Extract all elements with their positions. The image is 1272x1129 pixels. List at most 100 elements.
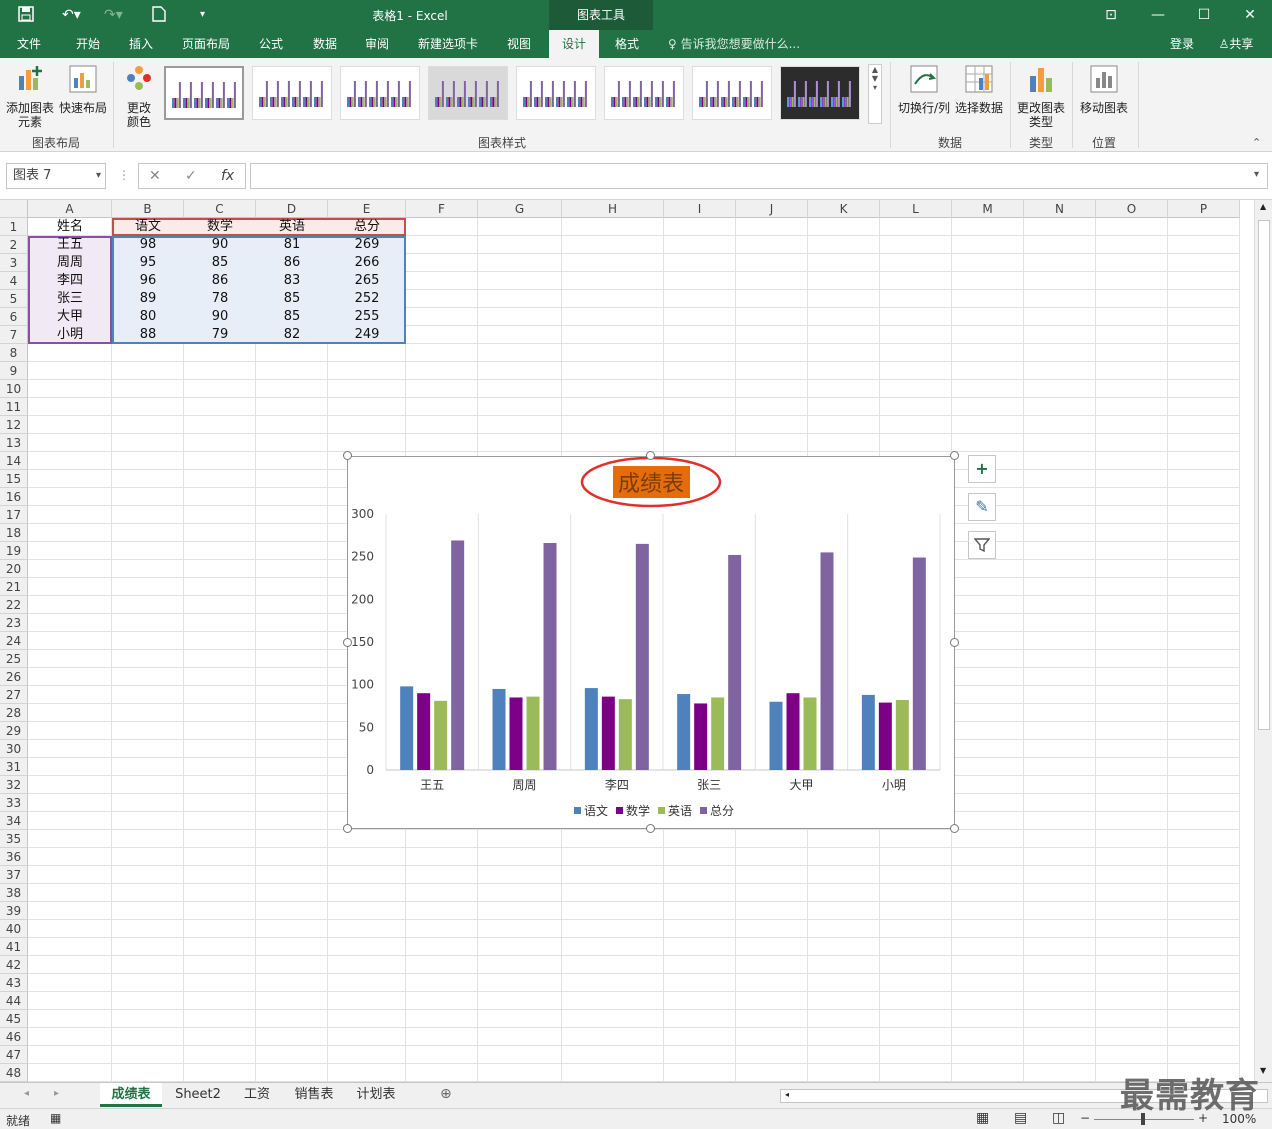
change-colors-button[interactable]: 更改颜色 xyxy=(116,64,162,129)
resize-handle[interactable] xyxy=(950,824,959,833)
row-header[interactable]: 1 xyxy=(0,218,28,236)
chart-style-1[interactable] xyxy=(164,66,244,120)
cell[interactable]: 89 xyxy=(112,290,184,308)
row-header[interactable]: 5 xyxy=(0,290,28,308)
tab-page-layout[interactable]: 页面布局 xyxy=(172,30,240,58)
row-header[interactable]: 44 xyxy=(0,992,28,1010)
cell[interactable]: 78 xyxy=(184,290,256,308)
chart-filter-icon[interactable] xyxy=(968,531,996,559)
tab-design[interactable]: 设计 xyxy=(549,30,599,58)
cell[interactable]: 数学 xyxy=(184,218,256,236)
tab-format[interactable]: 格式 xyxy=(604,30,650,58)
row-header[interactable]: 45 xyxy=(0,1010,28,1028)
column-header[interactable]: B xyxy=(112,200,184,218)
column-header[interactable]: H xyxy=(562,200,664,218)
page-break-view-icon[interactable]: ◫ xyxy=(1052,1110,1065,1126)
cell[interactable]: 语文 xyxy=(112,218,184,236)
row-header[interactable]: 7 xyxy=(0,326,28,344)
row-header[interactable]: 21 xyxy=(0,578,28,596)
sheet-tab[interactable]: 销售表 xyxy=(286,1083,342,1107)
chart-area[interactable]: 成绩表 0 50 100 150 200 250 300 王五 周周 李四 张三 大甲 小明 语文 数学 英语… xyxy=(347,456,955,829)
row-header[interactable]: 16 xyxy=(0,488,28,506)
scroll-up-icon[interactable]: ▲ xyxy=(1260,202,1266,211)
name-box-dropdown-icon[interactable]: ▾ xyxy=(96,164,101,188)
row-header[interactable]: 12 xyxy=(0,416,28,434)
chart-styles-brush-icon[interactable]: ✎ xyxy=(968,493,996,521)
resize-handle[interactable] xyxy=(343,638,352,647)
sheet-tab[interactable]: Sheet2 xyxy=(168,1083,228,1107)
cell[interactable]: 小明 xyxy=(28,326,112,344)
cell[interactable]: 李四 xyxy=(28,272,112,290)
row-header[interactable]: 8 xyxy=(0,344,28,362)
row-header[interactable]: 39 xyxy=(0,902,28,920)
cell[interactable]: 98 xyxy=(112,236,184,254)
tab-home[interactable]: 开始 xyxy=(64,30,112,58)
formula-input[interactable] xyxy=(250,163,1268,189)
select-all-corner[interactable] xyxy=(0,200,28,218)
resize-handle[interactable] xyxy=(646,824,655,833)
row-header[interactable]: 38 xyxy=(0,884,28,902)
login-link[interactable]: 登录 xyxy=(1162,30,1202,58)
row-header[interactable]: 40 xyxy=(0,920,28,938)
cell[interactable]: 96 xyxy=(112,272,184,290)
cell[interactable]: 95 xyxy=(112,254,184,272)
row-header[interactable]: 4 xyxy=(0,272,28,290)
row-header[interactable]: 48 xyxy=(0,1064,28,1082)
row-header[interactable]: 13 xyxy=(0,434,28,452)
cell[interactable]: 85 xyxy=(256,308,328,326)
collapse-ribbon-icon[interactable]: ⌃ xyxy=(1252,136,1261,149)
tab-view[interactable]: 视图 xyxy=(496,30,542,58)
cell[interactable]: 269 xyxy=(328,236,406,254)
row-header[interactable]: 42 xyxy=(0,956,28,974)
cell[interactable]: 姓名 xyxy=(28,218,112,236)
row-header[interactable]: 30 xyxy=(0,740,28,758)
ribbon-display-icon[interactable]: ⊡ xyxy=(1096,4,1126,26)
share-button[interactable]: ♙共享 xyxy=(1208,30,1264,58)
minimize-button[interactable]: — xyxy=(1143,4,1173,26)
chart-style-3[interactable] xyxy=(340,66,420,120)
row-header[interactable]: 24 xyxy=(0,632,28,650)
row-header[interactable]: 26 xyxy=(0,668,28,686)
row-header[interactable]: 6 xyxy=(0,308,28,326)
row-header[interactable]: 43 xyxy=(0,974,28,992)
chart-style-5[interactable] xyxy=(516,66,596,120)
row-header[interactable]: 3 xyxy=(0,254,28,272)
vertical-scroll-thumb[interactable] xyxy=(1258,220,1270,730)
cell[interactable]: 266 xyxy=(328,254,406,272)
enter-icon[interactable]: ✓ xyxy=(185,164,197,188)
cell[interactable]: 90 xyxy=(184,236,256,254)
row-header[interactable]: 9 xyxy=(0,362,28,380)
cell[interactable]: 85 xyxy=(184,254,256,272)
sheet-prev-icon[interactable]: ◂ xyxy=(24,1088,29,1099)
column-header[interactable]: F xyxy=(406,200,478,218)
move-chart-button[interactable]: 移动图表 xyxy=(1076,64,1132,115)
cell[interactable]: 79 xyxy=(184,326,256,344)
row-header[interactable]: 27 xyxy=(0,686,28,704)
sheet-tab[interactable]: 计划表 xyxy=(348,1083,404,1107)
row-header[interactable]: 31 xyxy=(0,758,28,776)
vertical-scrollbar[interactable]: ▲ ▼ xyxy=(1254,200,1272,1082)
resize-handle[interactable] xyxy=(950,451,959,460)
row-header[interactable]: 41 xyxy=(0,938,28,956)
switch-row-column-button[interactable]: 切换行/列 xyxy=(896,64,952,115)
cell[interactable]: 王五 xyxy=(28,236,112,254)
cell[interactable]: 265 xyxy=(328,272,406,290)
gallery-scroll[interactable]: ▲ ▼ ▾ xyxy=(868,64,882,124)
close-button[interactable]: ✕ xyxy=(1235,4,1265,26)
cell[interactable]: 85 xyxy=(256,290,328,308)
row-header[interactable]: 36 xyxy=(0,848,28,866)
sheet-tab[interactable]: 工资 xyxy=(234,1083,280,1107)
row-header[interactable]: 28 xyxy=(0,704,28,722)
row-header[interactable]: 20 xyxy=(0,560,28,578)
cell[interactable]: 88 xyxy=(112,326,184,344)
chart-style-2[interactable] xyxy=(252,66,332,120)
column-header[interactable]: N xyxy=(1024,200,1096,218)
chart-style-6[interactable] xyxy=(604,66,684,120)
column-header[interactable]: L xyxy=(880,200,952,218)
cell[interactable]: 83 xyxy=(256,272,328,290)
cancel-icon[interactable]: ✕ xyxy=(149,164,161,188)
resize-handle[interactable] xyxy=(343,451,352,460)
tab-new[interactable]: 新建选项卡 xyxy=(408,30,488,58)
cell[interactable]: 英语 xyxy=(256,218,328,236)
chart-style-4[interactable] xyxy=(428,66,508,120)
